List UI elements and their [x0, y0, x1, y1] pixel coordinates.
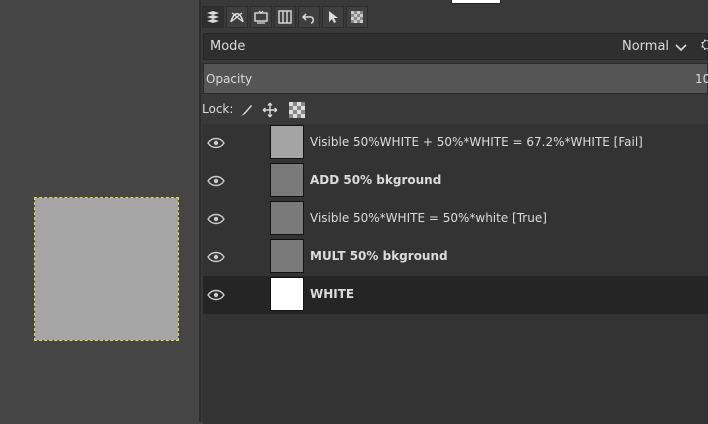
- layer-name: Visible 50%*WHITE = 50%*white [True]: [310, 211, 547, 225]
- lock-alpha-icon[interactable]: [288, 101, 306, 119]
- chevron-down-icon: [675, 43, 687, 51]
- undo-icon: [301, 13, 314, 24]
- tab-channels[interactable]: [274, 6, 296, 28]
- opacity-value: 10: [695, 72, 708, 86]
- layer-row[interactable]: Visible 50%WHITE + 50%*WHITE = 67.2%*WHI…: [203, 124, 708, 162]
- layer-thumbnail: [270, 125, 304, 159]
- paths-icon: [230, 12, 244, 23]
- pointer-icon: [329, 11, 338, 23]
- layers-icon: [207, 11, 219, 23]
- layer-list: Visible 50%WHITE + 50%*WHITE = 67.2%*WHI…: [203, 124, 708, 424]
- lock-pixels-icon[interactable]: [237, 101, 255, 119]
- mode-dropdown[interactable]: Normal: [622, 34, 687, 59]
- layer-name: Visible 50%WHITE + 50%*WHITE = 67.2%*WHI…: [310, 135, 643, 149]
- layer-row[interactable]: MULT 50% bkground: [203, 238, 708, 276]
- lock-position-icon[interactable]: [261, 101, 279, 119]
- layer-thumbnail: [270, 277, 304, 311]
- pattern-icon: [351, 11, 363, 23]
- composite-mode-icon[interactable]: ⛭: [701, 37, 708, 53]
- tab-undo[interactable]: [298, 6, 320, 28]
- dock-tabs: [201, 6, 368, 30]
- opacity-slider[interactable]: Opacity 10: [203, 63, 708, 94]
- tab-display[interactable]: [250, 6, 272, 28]
- layer-row[interactable]: Visible 50%*WHITE = 50%*white [True]: [203, 200, 708, 238]
- layer-name: MULT 50% bkground: [310, 249, 448, 263]
- tab-pattern[interactable]: [346, 6, 368, 28]
- layer-name: WHITE: [310, 287, 355, 301]
- lock-row: Lock:: [201, 98, 708, 122]
- layer-thumbnail: [270, 201, 304, 235]
- tab-pointer[interactable]: [322, 6, 344, 28]
- layer-thumbnail: [270, 163, 304, 197]
- foreground-swatch[interactable]: [451, 0, 501, 4]
- tab-layers[interactable]: [202, 6, 224, 28]
- mode-row: Mode Normal ⛭: [203, 33, 708, 60]
- layer-row[interactable]: ADD 50% bkground: [203, 162, 708, 200]
- layer-thumbnail: [270, 239, 304, 273]
- eye-icon[interactable]: [207, 173, 225, 189]
- layers-dock: Mode Normal ⛭ Opacity 10 Lock: Visible 5…: [201, 0, 708, 424]
- eye-icon[interactable]: [207, 211, 225, 227]
- mode-value: Normal: [622, 39, 670, 54]
- mode-label: Mode: [210, 39, 246, 54]
- image-canvas[interactable]: [0, 0, 199, 422]
- canvas-layer-preview[interactable]: [34, 197, 179, 341]
- lock-label: Lock:: [202, 102, 234, 116]
- display-icon: [254, 10, 268, 24]
- channels-icon: [278, 10, 292, 24]
- tab-paths[interactable]: [226, 6, 248, 28]
- layer-name: ADD 50% bkground: [310, 173, 442, 187]
- eye-icon[interactable]: [207, 249, 225, 265]
- eye-icon[interactable]: [207, 287, 225, 303]
- layer-row-selected[interactable]: WHITE: [203, 276, 708, 314]
- eye-icon[interactable]: [207, 135, 225, 151]
- opacity-label: Opacity: [206, 72, 253, 86]
